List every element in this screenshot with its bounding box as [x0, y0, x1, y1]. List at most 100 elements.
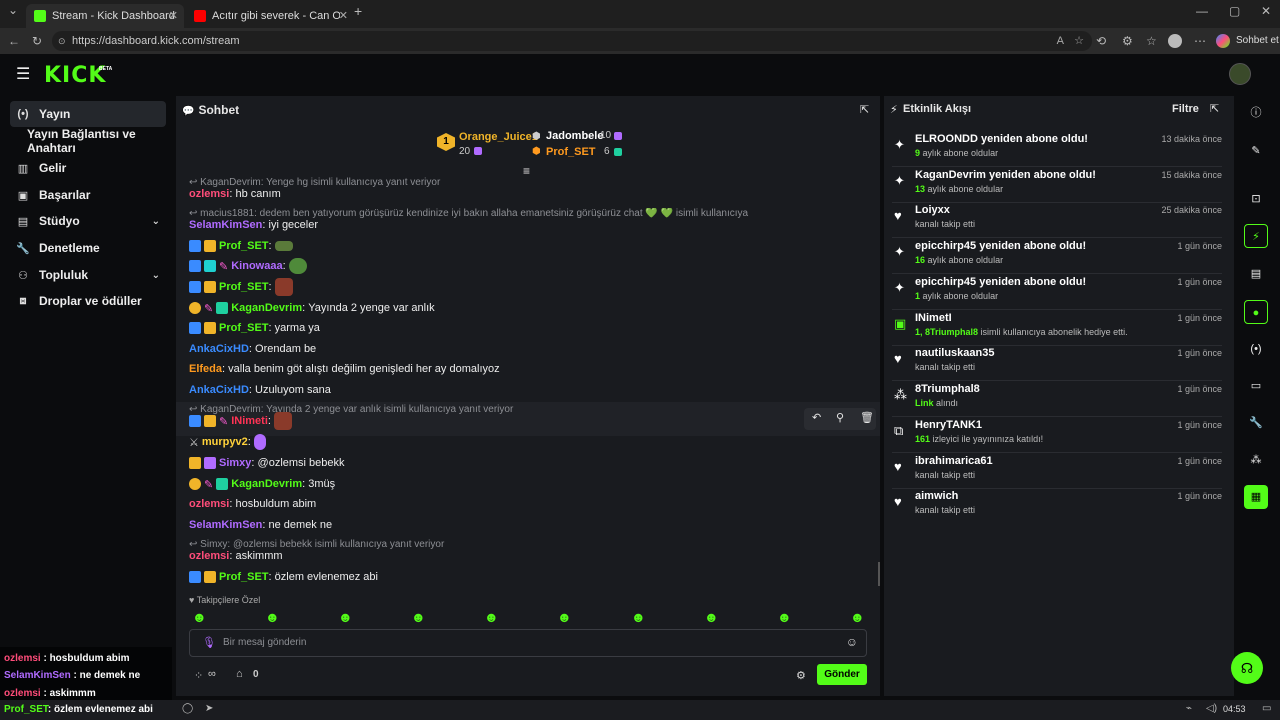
site-info-icon[interactable]: ⊙: [58, 31, 66, 51]
profile-avatar[interactable]: [1168, 34, 1182, 48]
username[interactable]: Simxy: [219, 457, 251, 469]
chat-icon[interactable]: ●: [1244, 300, 1268, 324]
user-avatar[interactable]: [1229, 63, 1251, 85]
sidebar-item-studyo[interactable]: ▤ Stüdyo ⌄: [10, 208, 166, 234]
tab-music[interactable]: Acıtır gibi severek - Can Ozan ✕: [186, 4, 354, 28]
delete-icon[interactable]: 🗑: [860, 411, 874, 424]
username[interactable]: Prof_SET: [219, 322, 269, 334]
activity-item[interactable]: ♥ ibrahimarica61 kanalı takip etti 1 gün ön…: [892, 453, 1222, 489]
screen-icon[interactable]: ⊡: [1244, 187, 1268, 211]
sidebar-item-basarilar[interactable]: ▣ Başarılar: [10, 182, 166, 208]
emote-5[interactable]: ☻: [484, 609, 499, 625]
username[interactable]: ozlemsi: [189, 498, 229, 510]
username[interactable]: Prof_SET: [219, 571, 269, 583]
username[interactable]: ozlemsi: [189, 550, 229, 562]
tab-list-icon[interactable]: ⌄: [8, 0, 18, 23]
chat-button[interactable]: Sohbet et: [1236, 35, 1279, 46]
reply-icon[interactable]: ↶: [812, 411, 821, 424]
activity-item[interactable]: ♥ aimwich kanalı takip etti 1 gün önce: [892, 488, 1222, 524]
clapper-icon[interactable]: ▦: [1244, 485, 1268, 509]
puzzle-icon[interactable]: ⚙: [1122, 28, 1133, 54]
collapse-icon[interactable]: ≡: [523, 164, 530, 178]
emote-7[interactable]: ☻: [631, 609, 646, 625]
emote-1[interactable]: ☻: [192, 609, 207, 625]
pin-icon[interactable]: ⚲: [836, 411, 844, 424]
settings-gear-icon[interactable]: ⚙: [796, 669, 806, 682]
info-icon[interactable]: ⓘ: [1244, 101, 1268, 125]
edit-icon[interactable]: ✎: [1244, 139, 1268, 163]
collections-icon[interactable]: ☆: [1146, 28, 1157, 54]
tab-stream[interactable]: Stream - Kick Dashboard ✕: [26, 4, 184, 28]
minimize-icon[interactable]: —: [1196, 0, 1208, 24]
emote-8[interactable]: ☻: [704, 609, 719, 625]
sidebar-item-yayin[interactable]: (•) Yayın: [10, 101, 166, 127]
extensions-icon[interactable]: ⟲: [1096, 28, 1106, 54]
back-icon[interactable]: ←: [8, 28, 20, 54]
notifications-icon[interactable]: ▭: [1262, 703, 1271, 714]
emote-4[interactable]: ☻: [411, 609, 426, 625]
popout-icon[interactable]: ⇱: [860, 103, 869, 116]
emote-10[interactable]: ☻: [850, 609, 865, 625]
activity-item[interactable]: ▣ INimetI 1, 8Triumphal8 isimli kullanıcıy…: [892, 310, 1222, 346]
emote-6[interactable]: ☻: [557, 609, 572, 625]
reload-icon[interactable]: ↻: [32, 28, 42, 54]
username[interactable]: Prof_SET: [219, 281, 269, 293]
leader-1-name[interactable]: Orange_Juice1: [459, 131, 538, 143]
activity-item[interactable]: ✦ epicchirp45 yeniden abone oldu! 1 aylık …: [892, 274, 1222, 310]
favorite-star-icon[interactable]: ☆: [1074, 31, 1084, 51]
leader-3-name[interactable]: Prof_SET: [546, 146, 596, 158]
taskbar-app-icon[interactable]: ◯: [182, 703, 193, 714]
activity-item[interactable]: ♥ nautiluskaan35 kanalı takip etti 1 gün ön…: [892, 345, 1222, 381]
new-tab-icon[interactable]: +: [354, 0, 362, 24]
wrench-icon[interactable]: 🔧: [1244, 411, 1268, 435]
emote-2[interactable]: ☻: [265, 609, 280, 625]
username[interactable]: SelamKimSen: [189, 519, 262, 531]
emote-9[interactable]: ☻: [777, 609, 792, 625]
drop-icon[interactable]: ⁂: [1244, 448, 1268, 472]
activity-item[interactable]: ✦ ELROONDD yeniden abone oldu! 9 aylık abo…: [892, 131, 1222, 167]
activity-item[interactable]: ✦ KaganDevrim yeniden abone oldu! 13 aylık…: [892, 167, 1222, 203]
username[interactable]: KaganDevrim: [231, 302, 302, 314]
username[interactable]: ozlemsi: [189, 188, 229, 200]
close-icon[interactable]: ✕: [169, 9, 178, 22]
sidebar-item-gelir[interactable]: ▥ Gelir: [10, 155, 166, 181]
sidebar-item-topluluk[interactable]: ⚇ Topluluk ⌄: [10, 262, 166, 288]
sidebar-item-denetleme[interactable]: 🔧 Denetleme: [10, 235, 166, 261]
sidebar-item-droplar[interactable]: ⧈ Droplar ve ödüller: [10, 288, 166, 314]
username[interactable]: INimeti: [231, 415, 268, 427]
popout-icon[interactable]: ⇱: [1210, 102, 1219, 115]
username[interactable]: Prof_SET: [219, 240, 269, 252]
maximize-icon[interactable]: ▢: [1229, 0, 1240, 24]
message-input[interactable]: 🎙 Bir mesaj gönderin ☺: [189, 629, 867, 657]
hamburger-menu-icon[interactable]: ☰: [16, 64, 30, 84]
activity-item[interactable]: ♥ Loiyxx kanalı takip etti 25 dakika önce: [892, 202, 1222, 238]
copilot-icon[interactable]: [1216, 34, 1230, 48]
help-chat-icon[interactable]: ☊: [1231, 652, 1263, 684]
taskbar-app-icon[interactable]: ➤: [205, 703, 213, 714]
emote-3[interactable]: ☻: [338, 609, 353, 625]
username[interactable]: Kinowaaa: [231, 260, 282, 272]
more-menu-icon[interactable]: ⋯: [1194, 28, 1206, 54]
filter-button[interactable]: Filtre: [1172, 103, 1199, 115]
layout-icon[interactable]: ▭: [1244, 374, 1268, 398]
window-close-icon[interactable]: ✕: [1261, 0, 1271, 24]
sidebar-item-stream-key[interactable]: Yayın Bağlantısı ve Anahtarı: [10, 127, 166, 155]
username[interactable]: AnkaCixHD: [189, 343, 249, 355]
username[interactable]: Elfeda: [189, 363, 222, 375]
close-icon[interactable]: ✕: [339, 9, 348, 22]
url-input[interactable]: ⊙ https://dashboard.kick.com/stream A ☆: [52, 31, 1092, 51]
username[interactable]: KaganDevrim: [231, 478, 302, 490]
read-aloud-icon[interactable]: A: [1057, 31, 1064, 51]
volume-icon[interactable]: ◁): [1206, 703, 1217, 714]
leader-2-name[interactable]: Jadombele: [546, 130, 603, 142]
username[interactable]: SelamKimSen: [189, 219, 262, 231]
microphone-icon[interactable]: 🎙: [202, 636, 216, 649]
network-icon[interactable]: ⌁: [1186, 703, 1192, 714]
username[interactable]: AnkaCixHD: [189, 384, 249, 396]
document-icon[interactable]: ▤: [1244, 262, 1268, 286]
emoji-icon[interactable]: ☺: [846, 635, 858, 649]
activity-item[interactable]: ✦ epicchirp45 yeniden abone oldu! 16 aylık…: [892, 238, 1222, 274]
broadcast-icon[interactable]: (•): [1244, 337, 1268, 361]
kick-logo[interactable]: KICK: [44, 63, 106, 88]
username[interactable]: murpyv2: [202, 436, 248, 448]
